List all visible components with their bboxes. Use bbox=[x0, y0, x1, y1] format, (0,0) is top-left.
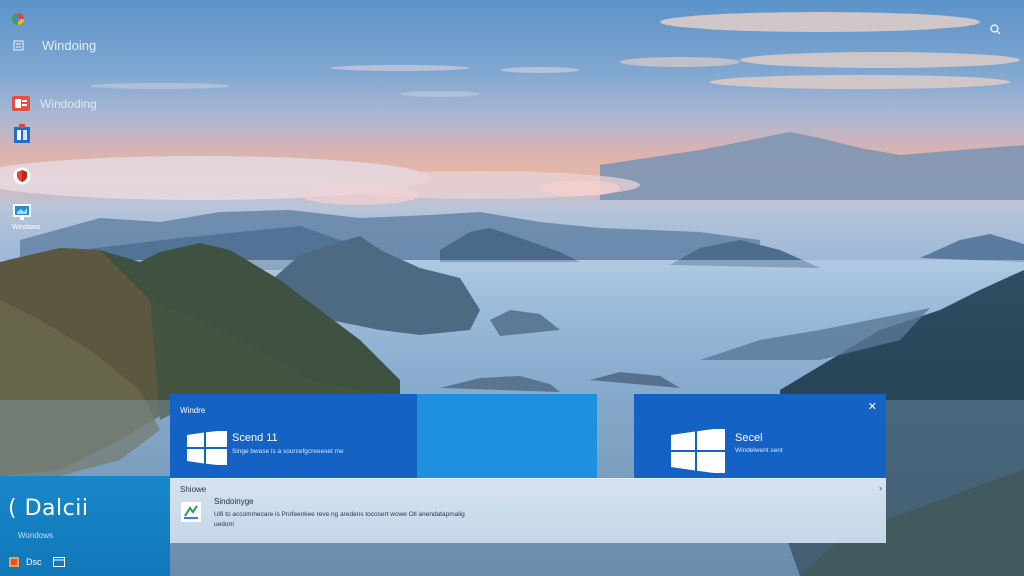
shield-icon[interactable] bbox=[12, 166, 32, 186]
close-icon[interactable]: ✕ bbox=[868, 400, 877, 413]
tile-title: Scend 11 bbox=[232, 432, 278, 444]
list-item-description-2: uedom bbox=[214, 521, 234, 528]
desktop-icon-label: Windoding bbox=[40, 97, 97, 111]
menu-icon[interactable] bbox=[11, 38, 25, 52]
desktop-top-label: Windoing bbox=[42, 38, 97, 53]
search-icon[interactable] bbox=[988, 22, 1002, 36]
office-icon[interactable] bbox=[11, 95, 31, 111]
chevron-right-icon[interactable]: › bbox=[879, 483, 882, 493]
list-panel[interactable]: Shiowe Sindoinyge Uifi to accommecare is… bbox=[170, 478, 886, 543]
store-icon[interactable] bbox=[12, 124, 32, 144]
tile-secel[interactable]: ✕ Secel Windelwent sent bbox=[634, 394, 886, 479]
monitor-icon[interactable] bbox=[12, 203, 32, 221]
tile-accent[interactable] bbox=[417, 394, 597, 479]
tile-secure[interactable]: Windre Scend 11 Singe bwase is a sourcef… bbox=[170, 394, 417, 479]
tile-subtitle: Singe bwase is a sourcefgcreeeset me bbox=[232, 448, 344, 455]
list-panel-header: Shiowe bbox=[180, 485, 207, 494]
tile-title: Secel bbox=[735, 432, 763, 444]
app-document-icon bbox=[180, 501, 202, 523]
list-item-description: Uifi to accommecare is Profeenkee reve n… bbox=[214, 511, 465, 518]
desktop-icon-bottom-label: Windaws bbox=[12, 224, 41, 231]
left-pane-title: ( Dalcii bbox=[8, 496, 89, 521]
start-left-pane[interactable]: ( Dalcii Wondows Dsc bbox=[0, 476, 170, 576]
colorful-app-icon[interactable] bbox=[10, 11, 26, 27]
left-pane-subtitle: Wondows bbox=[18, 531, 53, 540]
windows-logo-icon bbox=[186, 430, 228, 466]
tile-subtitle: Windelwent sent bbox=[735, 447, 783, 454]
windows-logo-icon bbox=[670, 428, 726, 474]
list-item-title[interactable]: Sindoinyge bbox=[214, 497, 254, 506]
taskbar-item-label[interactable]: Dsc bbox=[26, 557, 42, 567]
taskbar-window-icon[interactable] bbox=[52, 556, 66, 568]
tile-caption: Windre bbox=[180, 406, 206, 415]
taskbar-app-icon[interactable] bbox=[8, 556, 20, 568]
